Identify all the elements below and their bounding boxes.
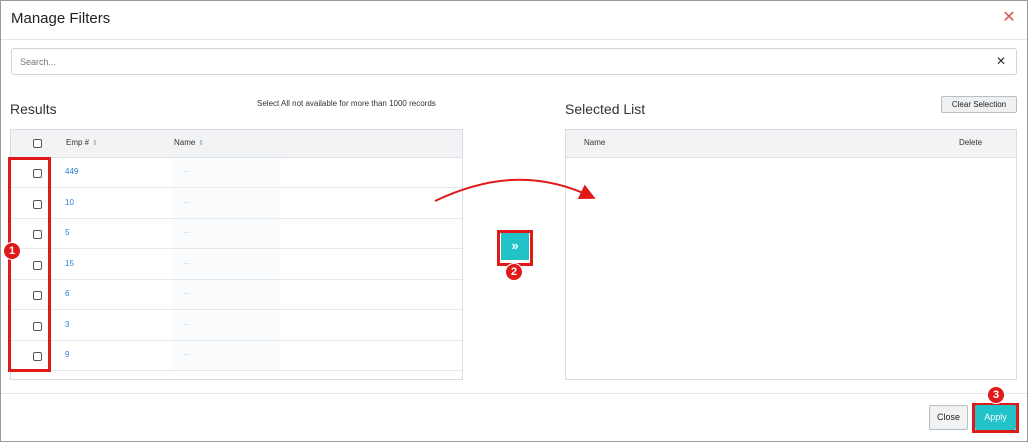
blurred-name: — [171, 311, 281, 340]
step-3-badge: 3 [987, 386, 1005, 404]
selected-table-header: Name Delete [566, 130, 1016, 158]
dialog-header: Manage Filters ✕ [1, 1, 1027, 40]
clear-selection-button[interactable]: Clear Selection [941, 96, 1017, 113]
emp-number-link[interactable]: 10 [65, 198, 74, 207]
select-all-note: Select All not available for more than 1… [257, 99, 436, 108]
name-column-header[interactable]: Name ⇕ [174, 138, 204, 147]
blurred-name: — [171, 341, 281, 370]
curved-arrow-annotation [434, 178, 596, 202]
select-all-checkbox[interactable] [33, 139, 42, 148]
table-row: 15 — [11, 250, 462, 280]
checkbox-highlight [8, 157, 51, 372]
close-button[interactable]: Close [929, 405, 968, 430]
emp-number-link[interactable]: 6 [65, 289, 69, 298]
table-row: 449 — [11, 158, 462, 188]
arrow-path [434, 178, 596, 202]
blurred-name: — [171, 280, 281, 309]
emp-number-link[interactable]: 5 [65, 228, 69, 237]
close-icon[interactable]: ✕ [1001, 8, 1017, 28]
table-row: 9 — [11, 341, 462, 371]
table-row: 5 — [11, 219, 462, 249]
step-1-badge: 1 [3, 242, 21, 260]
search-box: ✕ [11, 48, 1017, 75]
selected-list-table: Name Delete [565, 129, 1017, 380]
results-table: Emp # ⇕ Name ⇕ 449 — 10 — 5 — 15 — 6 — 3 —… [10, 129, 463, 380]
delete-column-header: Delete [959, 138, 983, 147]
step-2-badge: 2 [505, 263, 523, 281]
table-row: 3 — [11, 311, 462, 341]
results-table-header: Emp # ⇕ Name ⇕ [11, 130, 462, 158]
emp-column-header[interactable]: Emp # ⇕ [66, 138, 98, 147]
blurred-name: — [171, 219, 281, 248]
results-title: Results [10, 101, 57, 117]
apply-button[interactable]: Apply [975, 405, 1016, 430]
table-row: 6 — [11, 280, 462, 310]
dialog-title: Manage Filters [11, 10, 111, 27]
blurred-name: — [171, 250, 281, 279]
emp-number-link[interactable]: 9 [65, 350, 69, 359]
selected-name-column-header: Name [584, 138, 606, 147]
emp-number-link[interactable]: 15 [65, 259, 74, 268]
emp-number-link[interactable]: 3 [65, 320, 69, 329]
dialog-footer [1, 393, 1027, 441]
move-button-highlight [497, 230, 533, 266]
search-input[interactable] [18, 52, 978, 71]
table-row: 10 — [11, 189, 462, 219]
emp-number-link[interactable]: 449 [65, 167, 78, 176]
clear-search-icon[interactable]: ✕ [996, 54, 1006, 68]
blurred-name: — [171, 158, 281, 187]
selected-list-title: Selected List [565, 101, 646, 117]
blurred-name: — [171, 189, 281, 218]
